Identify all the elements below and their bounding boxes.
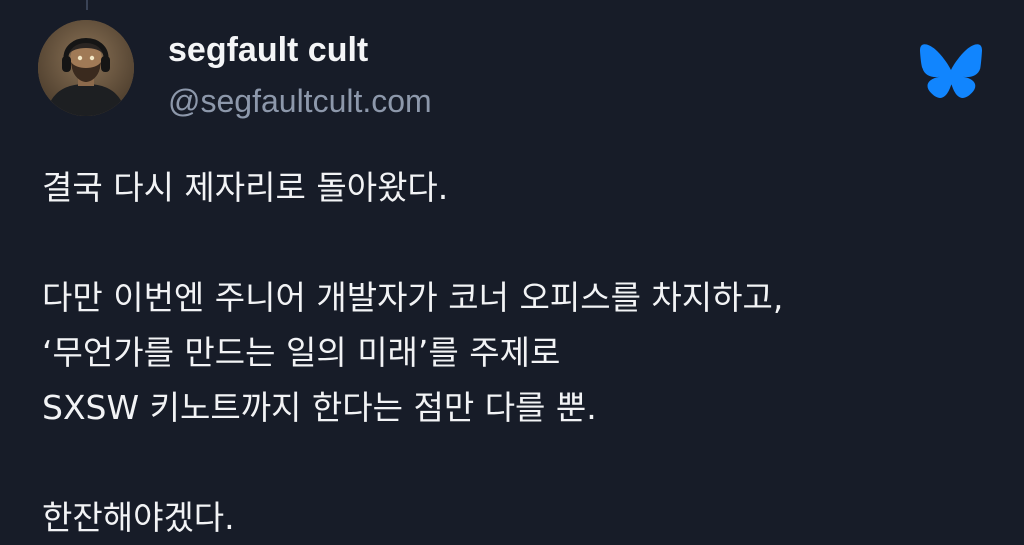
post-body: 결국 다시 제자리로 돌아왔다. 다만 이번엔 주니어 개발자가 코너 오피스를… — [42, 160, 992, 545]
author-handle[interactable]: @segfaultcult.com — [168, 80, 432, 122]
post-text-line: SXSW 키노트까지 한다는 점만 다를 뿐. — [42, 388, 597, 427]
avatar-image — [38, 20, 134, 116]
post-paragraph: 결국 다시 제자리로 돌아왔다. — [42, 160, 992, 215]
post-text-line: 한잔해야겠다. — [42, 498, 235, 537]
thread-connector-line — [86, 0, 88, 10]
social-post: segfault cult @segfaultcult.com 결국 다시 제자… — [0, 0, 1024, 537]
post-paragraph: 다만 이번엔 주니어 개발자가 코너 오피스를 차지하고, ‘무언가를 만드는 … — [42, 270, 992, 435]
post-paragraph: 한잔해야겠다. — [42, 490, 992, 545]
post-text-line: 다만 이번엔 주니어 개발자가 코너 오피스를 차지하고, — [42, 278, 784, 317]
avatar[interactable] — [38, 20, 134, 116]
bluesky-butterfly-icon — [920, 44, 982, 100]
post-text-line: 결국 다시 제자리로 돌아왔다. — [42, 168, 449, 207]
post-text-line: ‘무언가를 만드는 일의 미래’를 주제로 — [42, 333, 561, 372]
author-display-name[interactable]: segfault cult — [168, 28, 368, 72]
